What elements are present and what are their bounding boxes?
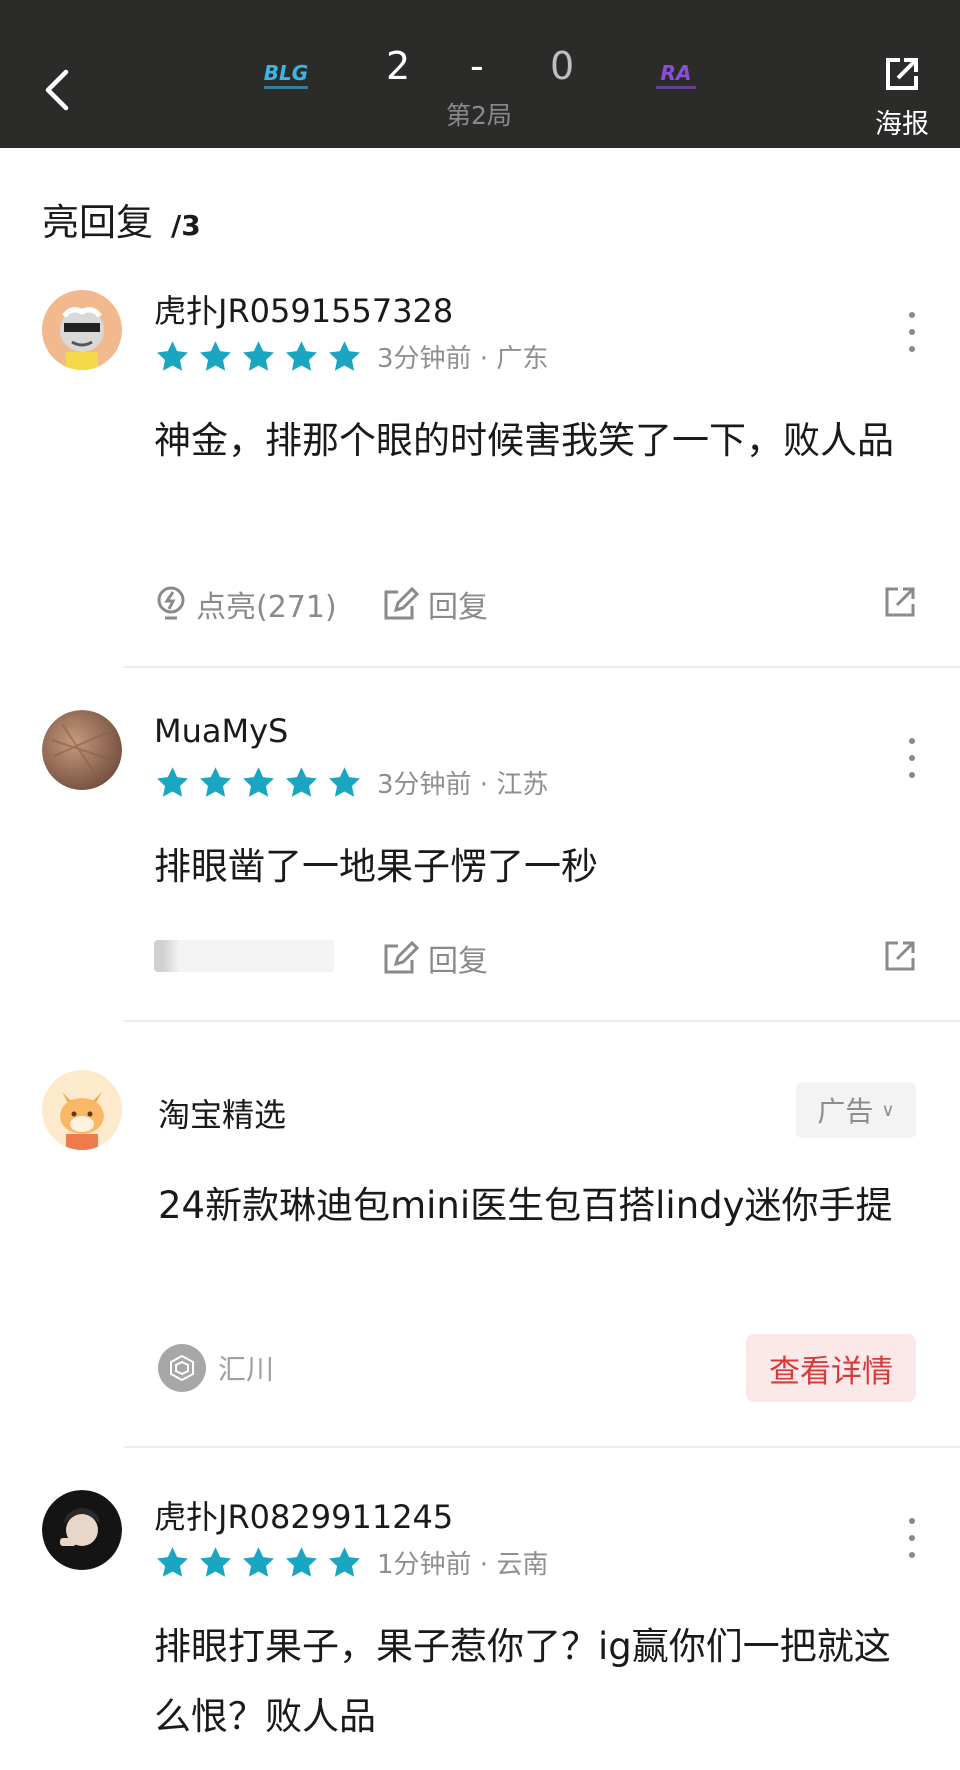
star-rating (154, 339, 363, 375)
rating-row: 3分钟前 · 江苏 (154, 764, 548, 801)
reply-button[interactable]: 回复 (382, 582, 488, 626)
avatar-photo-icon (42, 710, 122, 790)
share-external-icon (885, 941, 915, 971)
like-button[interactable]: 点亮(271) (154, 582, 337, 626)
brand-logo-icon (158, 1344, 206, 1392)
ad-brand: 汇川 (158, 1344, 274, 1392)
avatar-photo-icon (42, 1490, 122, 1570)
chevron-down-icon: ∨ (881, 1099, 895, 1121)
share-external-icon (886, 58, 918, 90)
rating-row: 1分钟前 · 云南 (154, 1544, 548, 1581)
edit-icon (384, 940, 420, 974)
star-rating (154, 765, 363, 801)
share-button[interactable] (882, 584, 918, 624)
divider (124, 1446, 960, 1448)
score-separator: - (470, 44, 484, 88)
username[interactable]: MuaMyS (154, 712, 288, 750)
avatar[interactable] (42, 290, 122, 370)
username[interactable]: 虎扑JR0591557328 (154, 286, 453, 332)
blg-logo-icon: BLG (264, 61, 308, 89)
ad-source-name[interactable]: 淘宝精选 (158, 1090, 286, 1136)
reply-button[interactable]: 回复 (382, 936, 488, 980)
comment-meta: 3分钟前 · 广东 (377, 344, 549, 374)
star-icon (329, 766, 360, 797)
divider (124, 666, 960, 668)
star-icon (200, 1546, 231, 1577)
reply-label: 回复 (428, 944, 488, 979)
home-score: 2 (386, 44, 411, 88)
ad-text[interactable]: 24新款琳迪包mini医生包百搭lindy迷你手提 (158, 1172, 918, 1240)
star-icon (286, 340, 317, 371)
like-button-obscured[interactable] (154, 940, 334, 972)
ad-avatar[interactable] (42, 1070, 122, 1150)
fox-avatar-icon (42, 1070, 122, 1150)
home-team-logo[interactable]: BLG (256, 56, 316, 96)
star-icon (157, 766, 188, 797)
ad-badge[interactable]: 广告 ∨ (796, 1082, 916, 1138)
svg-text:BLG: BLG (264, 61, 308, 85)
comment-text[interactable]: 排眼打果子，果子惹你了？ig赢你们一把就这么恨？败人品 (154, 1612, 914, 1752)
svg-text:RA: RA (661, 61, 692, 85)
comment-meta: 1分钟前 · 云南 (377, 1550, 549, 1580)
ad-badge-label: 广告 (817, 1095, 874, 1128)
match-header: BLG 2 - 0 第2局 RA 海报 (0, 0, 960, 148)
game-number: 第2局 (446, 101, 512, 130)
ad-brand-label: 汇川 (218, 1353, 275, 1386)
star-icon (243, 340, 274, 371)
star-icon (157, 340, 188, 371)
star-icon (243, 1546, 274, 1577)
star-icon (329, 340, 360, 371)
star-icon (286, 1546, 317, 1577)
more-options-button[interactable] (900, 738, 924, 778)
edit-icon (384, 586, 420, 620)
blurred-like-area (154, 940, 334, 972)
view-details-button[interactable]: 查看详情 (746, 1334, 916, 1402)
star-rating (154, 1545, 363, 1581)
comment-actions: 点亮(271) 回复 (154, 582, 924, 626)
username[interactable]: 虎扑JR0829911245 (154, 1492, 453, 1538)
divider (124, 1020, 960, 1022)
lightbulb-icon (157, 586, 185, 620)
star-icon (286, 766, 317, 797)
comment-meta: 3分钟前 · 江苏 (377, 770, 549, 800)
like-label: 点亮(271) (196, 590, 337, 625)
section-title-count: /3 (171, 209, 201, 242)
star-icon (200, 340, 231, 371)
poster-label: 海报 (875, 109, 929, 140)
section-title-text: 亮回复 (42, 201, 153, 244)
reply-label: 回复 (428, 590, 488, 625)
comment-text[interactable]: 神金，排那个眼的时候害我笑了一下，败人品 (154, 406, 914, 476)
more-options-button[interactable] (900, 1518, 924, 1558)
avatar[interactable] (42, 1490, 122, 1570)
star-icon (157, 1546, 188, 1577)
avatar-cartoon-icon (42, 290, 122, 370)
away-score: 0 (550, 44, 575, 88)
ra-logo-icon: RA (656, 61, 696, 89)
chevron-left-icon (45, 69, 69, 111)
rating-row: 3分钟前 · 广东 (154, 338, 548, 375)
share-button[interactable] (882, 938, 918, 978)
comment-actions: 回复 (154, 936, 924, 980)
back-button[interactable] (38, 62, 78, 118)
star-icon (243, 766, 274, 797)
avatar[interactable] (42, 710, 122, 790)
more-options-button[interactable] (900, 312, 924, 352)
highlighted-replies-title: 亮回复 /3 (42, 192, 201, 246)
star-icon (200, 766, 231, 797)
away-team-logo[interactable]: RA (646, 56, 706, 96)
share-external-icon (885, 587, 915, 617)
star-icon (329, 1546, 360, 1577)
poster-button[interactable]: 海报 (862, 52, 942, 141)
comment-text[interactable]: 排眼凿了一地果子愣了一秒 (154, 832, 914, 902)
